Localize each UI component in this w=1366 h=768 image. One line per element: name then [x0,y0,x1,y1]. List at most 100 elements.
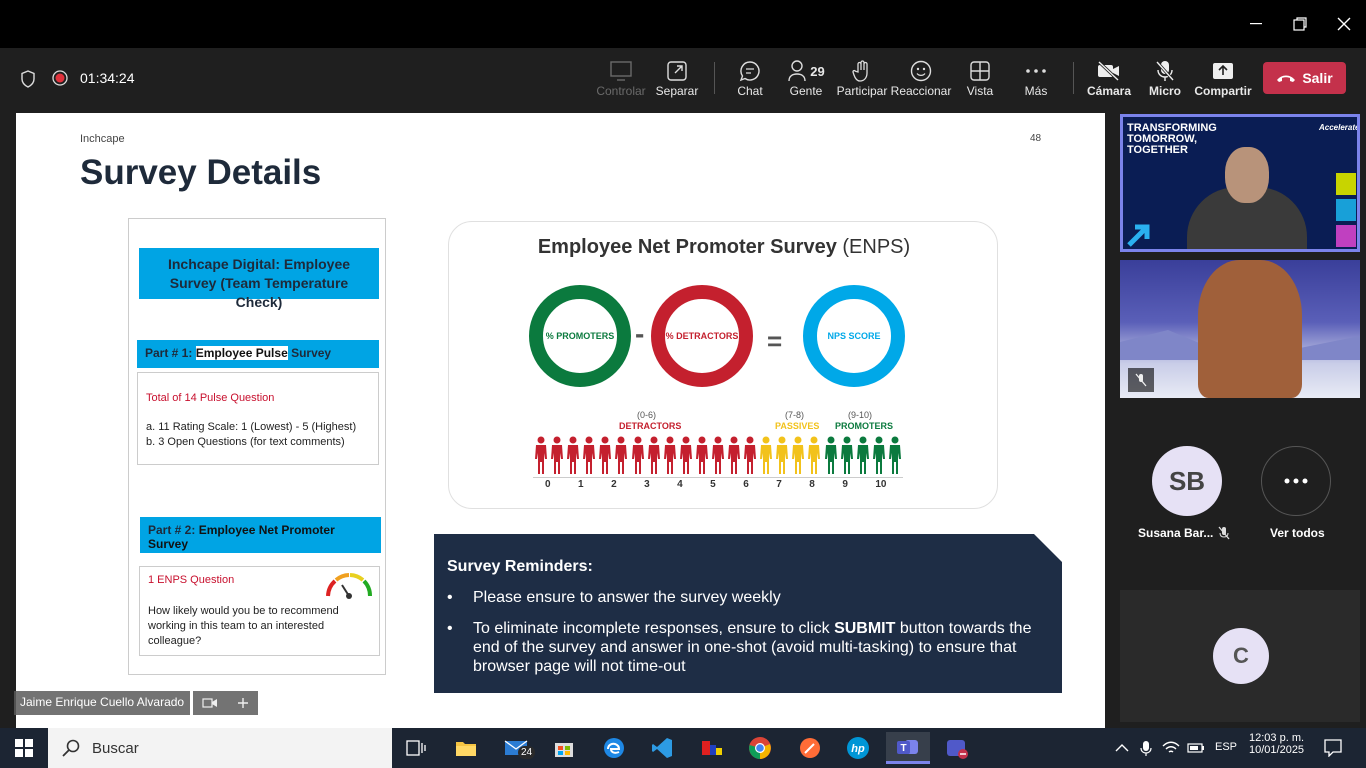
leave-button[interactable]: Salir [1263,62,1346,94]
chat-button[interactable]: Chat [722,58,778,102]
person-figure [872,436,885,476]
app-button[interactable] [692,732,732,764]
person-figure [567,436,580,476]
svg-text:hp: hp [851,743,865,755]
notification-icon[interactable] [1324,739,1342,757]
grid-icon [970,58,990,84]
edge-button[interactable] [594,732,634,764]
scale-number: 5 [710,479,716,490]
svg-text:T: T [900,743,906,754]
close-button[interactable] [1324,8,1364,40]
video-tile-speaker[interactable]: TRANSFORMING TOMORROW, TOGETHER Accelera… [1120,114,1360,252]
start-button[interactable] [4,732,44,764]
avatar-sb[interactable]: SB [1152,446,1222,516]
camara-label: Cámara [1086,84,1132,98]
person-figure [760,436,773,476]
mail-badge: 24 [518,746,536,759]
shared-screen-stage: Inchcape 48 Survey Details Inchcape Digi… [0,108,1110,728]
person-figure [728,436,741,476]
promoters-ring: % PROMOTERS [529,285,631,387]
person-figure [663,436,676,476]
store-button[interactable] [544,732,584,764]
windows-icon [15,739,33,757]
camara-button[interactable]: Cámara [1081,58,1137,102]
enps-title: Employee Net Promoter Survey (ENPS) [537,236,911,258]
chevron-up-icon[interactable] [1115,743,1129,753]
gente-button[interactable]: 29 Gente [778,58,834,102]
mail-button[interactable]: 24 [496,732,536,764]
reaccionar-button[interactable]: Reaccionar [891,58,951,102]
micro-button[interactable]: Micro [1137,58,1193,102]
window-titlebar [0,0,1366,48]
person-figure [583,436,596,476]
store-icon [555,743,573,757]
compartir-label: Compartir [1194,84,1252,98]
slide-page-number: 48 [1030,133,1042,144]
task-view-button[interactable] [396,732,436,764]
reminder-item-2: To eliminate incomplete responses, ensur… [447,619,1047,676]
file-explorer-button[interactable] [446,732,486,764]
mas-button[interactable]: Más [1008,58,1064,102]
people-icon [788,60,806,82]
separar-label: Separar [655,84,699,98]
muted-indicator [1128,368,1154,392]
separar-button[interactable]: Separar [649,58,705,102]
person-figure [631,436,644,476]
video-tile-participant[interactable] [1120,260,1360,398]
network-icon[interactable] [1162,740,1180,756]
chrome-button[interactable] [740,732,780,764]
slide-controls[interactable] [193,691,258,715]
nps-score-ring: NPS SCORE [803,285,905,387]
postman-button[interactable] [790,732,830,764]
shield-icon[interactable] [20,70,36,93]
detractors-ring: % DETRACTORS [651,285,753,387]
participants-panel: TRANSFORMING TOMORROW, TOGETHER Accelera… [1110,108,1366,728]
popout-icon [667,58,687,84]
enps-question-text: How likely would you be to recommend wor… [148,605,339,647]
minimize-button[interactable] [1236,8,1276,40]
passives-label: PASSIVES [775,421,820,431]
hp-button[interactable]: hp [838,732,878,764]
person-figure [695,436,708,476]
reminder-item-1: Please ensure to answer the survey weekl… [447,588,1047,607]
vista-button[interactable]: Vista [952,58,1008,102]
see-all-button[interactable] [1261,446,1331,516]
task-view-icon [406,740,426,756]
compartir-button[interactable]: Compartir [1194,58,1252,102]
person-figure [711,436,724,476]
clock[interactable]: 12:03 p. m. 10/01/2025 [1249,732,1304,756]
teams-button[interactable]: T [886,732,930,764]
equals-sign: = [767,326,783,356]
chat-icon [739,58,761,84]
restore-button[interactable] [1280,8,1320,40]
person-figure [808,436,821,476]
rating-scale: 0 1 2 3 4 5 6 7 8 9 10 [533,477,903,491]
plus-icon [237,698,248,708]
battery-icon[interactable] [1187,741,1205,755]
mic-off-icon [1135,373,1147,387]
search-icon [62,739,80,757]
hangup-icon [1277,75,1296,82]
vscode-button[interactable] [642,732,682,764]
edge-icon [604,738,624,758]
microphone-icon[interactable] [1140,740,1152,756]
person-figure [792,436,805,476]
participant-tile-c[interactable]: C [1120,590,1360,722]
language-indicator[interactable]: ESP [1215,741,1237,753]
pulse-item-b: b. 3 Open Questions (for text comments) [146,436,345,448]
controlar-button[interactable]: Controlar [593,58,649,102]
video-banner-text: TRANSFORMING TOMORROW, TOGETHER [1127,122,1217,156]
person-face [1198,260,1302,398]
reminder-title: Survey Reminders: [447,558,593,575]
participar-button[interactable]: Participar [834,58,890,102]
taskbar-search[interactable]: Buscar [48,728,392,768]
search-placeholder: Buscar [92,739,139,757]
vscode-icon [652,738,672,758]
more-icon [1026,58,1046,84]
slide-brand: Inchcape [80,133,125,145]
see-all-label: Ver todos [1270,526,1325,540]
meeting-toolbar: 01:34:24 Controlar Separar Chat 29 Gente … [0,48,1366,108]
teams-meeting-button[interactable] [936,732,976,764]
survey-reminders-box: Survey Reminders: Please ensure to answe… [434,534,1062,693]
teams-icon: T [897,739,918,754]
